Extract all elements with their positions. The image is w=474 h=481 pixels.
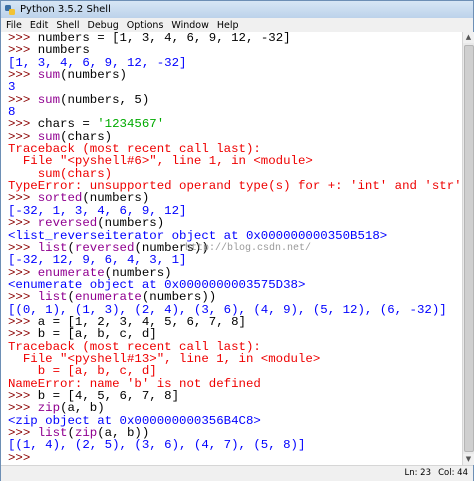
shell-text-segment: (numbers): [60, 68, 127, 83]
menu-help[interactable]: Help: [214, 20, 242, 31]
menu-shell[interactable]: Shell: [53, 20, 82, 31]
shell-line: >>>: [1, 450, 462, 465]
shell-line: >>> sum(numbers, 5): [1, 94, 462, 106]
status-line-number: Ln: 23: [404, 468, 431, 478]
shell-text-area[interactable]: >>> numbers = [1, 3, 4, 6, 9, 12, -32] >>…: [1, 32, 462, 465]
python-logo-icon: [5, 4, 15, 15]
menu-file[interactable]: File: [3, 20, 25, 31]
vertical-scrollbar[interactable]: ▲ ▼: [462, 32, 474, 465]
shell-text-segment: [(1, 4), (2, 5), (3, 6), (4, 7), (5, 8)]: [8, 438, 306, 453]
title-bar[interactable]: Python 3.5.2 Shell: [1, 1, 473, 18]
shell-line: >>> sum(numbers): [1, 69, 462, 81]
scroll-up-arrow-icon[interactable]: ▲: [463, 32, 474, 43]
shell-window: Python 3.5.2 Shell File Edit Shell Debug…: [0, 0, 474, 481]
shell-text-segment: (numbers, 5): [60, 92, 150, 107]
window-title: Python 3.5.2 Shell: [20, 4, 111, 15]
menu-bar: File Edit Shell Debug Options Window Hel…: [1, 18, 473, 32]
menu-edit[interactable]: Edit: [27, 20, 51, 31]
shell-line: [(1, 4), (2, 5), (3, 6), (4, 7), (5, 8)]: [1, 439, 462, 451]
menu-debug[interactable]: Debug: [85, 20, 122, 31]
menu-options[interactable]: Options: [124, 20, 167, 31]
prompt-marker: >>>: [8, 450, 38, 465]
scroll-down-arrow-icon[interactable]: ▼: [463, 454, 474, 465]
shell-text-segment: sum: [37, 92, 61, 107]
status-bar: Ln: 23 Col: 44: [1, 465, 473, 481]
menu-window[interactable]: Window: [168, 20, 211, 31]
status-column-number: Col: 44: [438, 468, 468, 478]
watermark-text: http://blog.csdn.net/: [185, 243, 312, 254]
shell-text-segment: sum: [37, 68, 61, 83]
scrollbar-thumb[interactable]: [464, 45, 474, 452]
